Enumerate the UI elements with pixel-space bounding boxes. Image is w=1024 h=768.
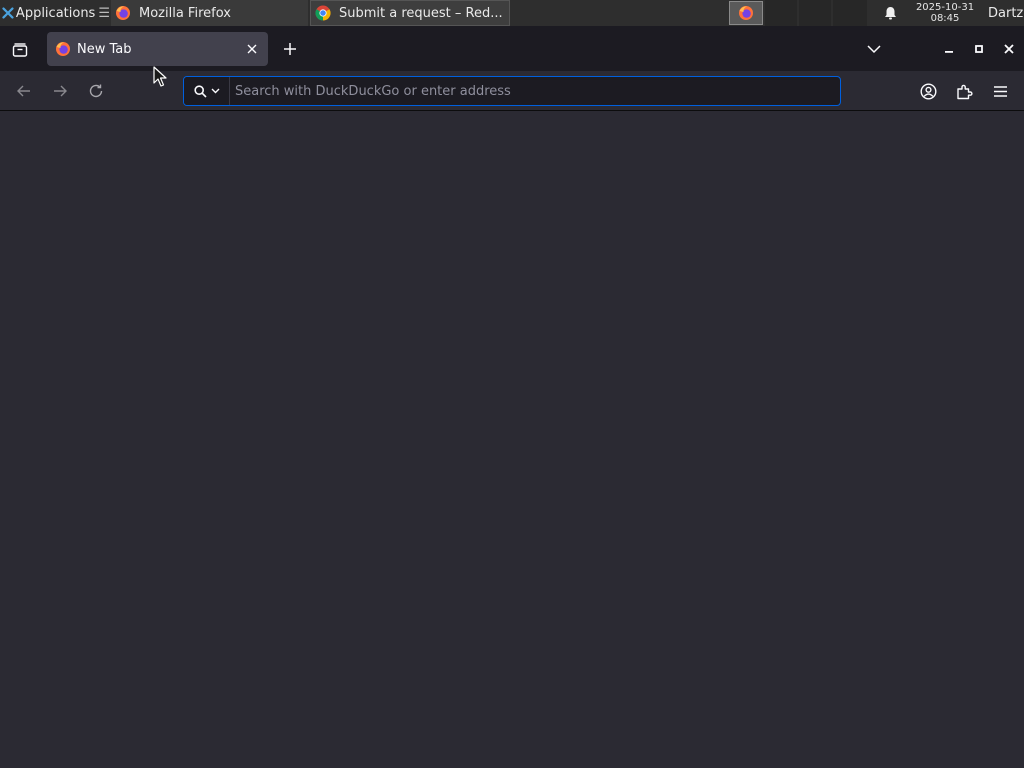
window-close-button[interactable]: [998, 37, 1020, 61]
minimize-button[interactable]: [938, 37, 960, 61]
clock-time: 08:45: [930, 13, 960, 24]
tray-slot: [833, 0, 867, 26]
taskbar-item-label: Submit a request – Red...: [339, 5, 503, 21]
application-menu-button[interactable]: [988, 79, 1012, 103]
tray-firefox-icon: [739, 6, 753, 20]
applications-menu-button[interactable]: Applications ☰: [0, 0, 110, 26]
tab-label: New Tab: [77, 41, 132, 57]
maximize-button[interactable]: [968, 37, 990, 61]
account-icon: [919, 82, 937, 100]
notifications-button[interactable]: [880, 0, 900, 26]
tray-slot: [765, 0, 797, 26]
firefox-view-button[interactable]: [6, 36, 34, 64]
list-all-tabs-button[interactable]: [862, 37, 886, 61]
tray-firefox-button[interactable]: [729, 1, 763, 25]
applications-menu-icon: [2, 7, 14, 19]
taskbar-item-firefox[interactable]: Mozilla Firefox: [111, 0, 308, 26]
taskbar-item-chrome[interactable]: Submit a request – Red...: [310, 0, 510, 26]
tray-slot: [799, 0, 831, 26]
maximize-icon: [975, 45, 983, 53]
account-button[interactable]: [916, 79, 940, 103]
extensions-button[interactable]: [952, 79, 976, 103]
chevron-down-icon: [867, 45, 881, 54]
extensions-icon: [956, 84, 973, 99]
top-panel: Applications ☰ Mozilla Firefox Submit a …: [0, 0, 1024, 26]
mouse-cursor-icon: [153, 66, 167, 87]
chrome-icon: [315, 5, 331, 21]
reload-icon: [89, 84, 103, 98]
search-icon: [193, 84, 207, 98]
hamburger-menu-icon: [993, 85, 1007, 97]
search-engine-selector[interactable]: [184, 77, 230, 105]
clock[interactable]: 2025-10-31 08:45: [906, 0, 984, 26]
forward-button[interactable]: [48, 79, 72, 103]
tab-close-button[interactable]: [242, 39, 262, 59]
plus-icon: [284, 43, 296, 55]
clock-date: 2025-10-31: [915, 2, 975, 13]
new-tab-button[interactable]: [278, 37, 302, 61]
back-arrow-icon: [17, 85, 30, 97]
tab-strip: New Tab: [0, 26, 1024, 71]
chevron-down-icon: [211, 88, 219, 94]
applications-separator: ☰: [98, 5, 110, 21]
user-name: Dartz: [988, 5, 1024, 21]
reload-button[interactable]: [84, 79, 108, 103]
user-menu[interactable]: Dartz: [988, 0, 1024, 26]
tab-new-tab[interactable]: New Tab: [47, 32, 268, 66]
back-button[interactable]: [12, 79, 36, 103]
close-icon: [1004, 44, 1014, 54]
minimize-icon: [945, 51, 953, 53]
applications-label: Applications: [15, 5, 96, 21]
address-input[interactable]: [233, 78, 838, 104]
firefox-view-icon: [12, 43, 28, 57]
page-content[interactable]: [0, 112, 1024, 768]
forward-arrow-icon: [54, 85, 67, 97]
url-bar: [183, 76, 841, 106]
firefox-icon: [56, 42, 70, 56]
close-icon: [247, 44, 257, 54]
bell-icon: [884, 7, 896, 20]
firefox-icon: [116, 6, 130, 20]
taskbar-item-label: Mozilla Firefox: [139, 5, 231, 21]
